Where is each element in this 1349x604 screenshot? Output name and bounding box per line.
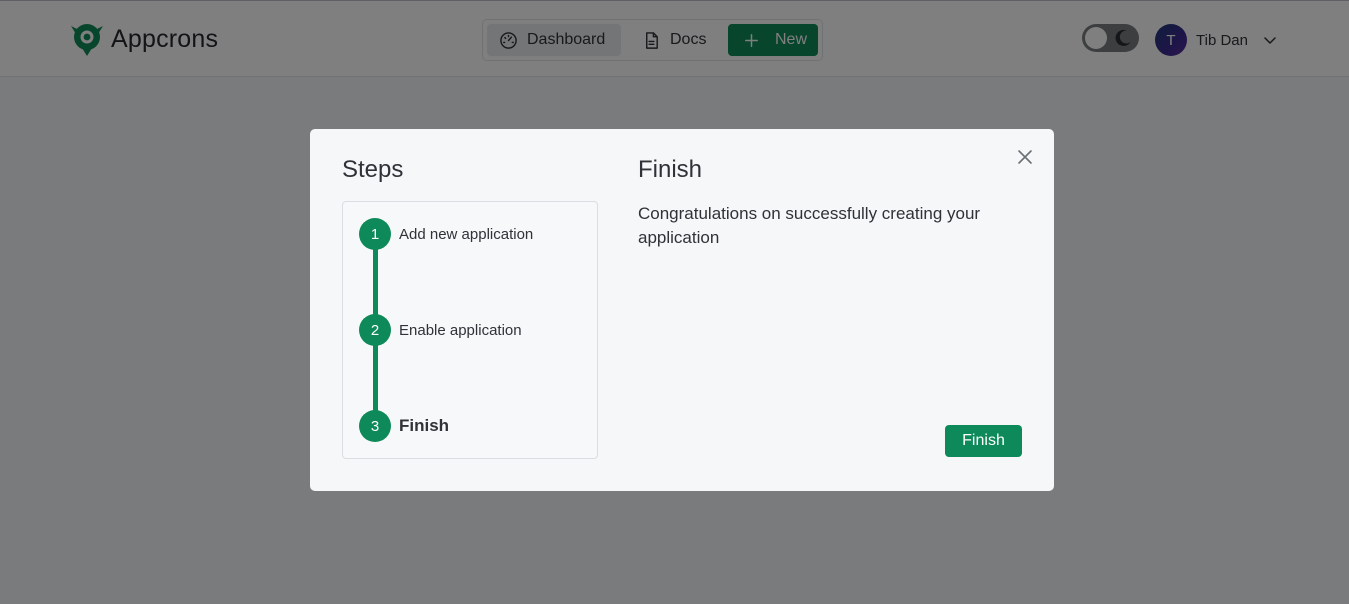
- step-item-2[interactable]: 2 Enable application: [359, 314, 522, 346]
- step-number: 1: [359, 218, 391, 250]
- step-label: Add new application: [399, 225, 534, 243]
- step-number: 3: [359, 410, 391, 442]
- steps-title: Steps: [342, 156, 404, 183]
- content-message: Congratulations on successfully creating…: [638, 204, 981, 247]
- close-icon[interactable]: [1016, 148, 1034, 166]
- finish-button[interactable]: Finish: [945, 425, 1022, 457]
- content-title: Finish: [638, 156, 703, 183]
- step-number: 2: [359, 314, 391, 346]
- step-label: Finish: [399, 416, 450, 435]
- step-item-3[interactable]: 3 Finish: [359, 410, 449, 442]
- step-label: Enable application: [399, 321, 522, 339]
- steps-panel: 1 Add new application 2 Enable applicati…: [342, 201, 598, 459]
- wizard-modal: Steps 1 Add new application 2 Enable app…: [310, 129, 1054, 491]
- step-item-1[interactable]: 1 Add new application: [359, 218, 533, 250]
